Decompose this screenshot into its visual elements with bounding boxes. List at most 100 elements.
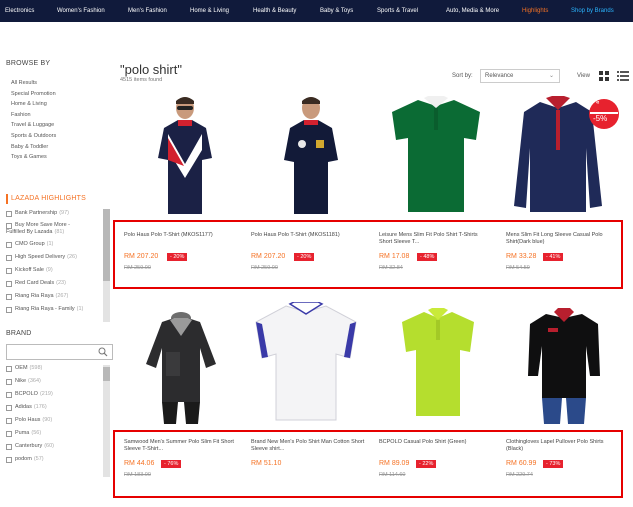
checkbox[interactable]	[6, 294, 12, 300]
product-name[interactable]: Mens Slim Fit Long Sleeve Casual Polo Sh…	[506, 232, 614, 246]
product-image-leisure-polo-green[interactable]	[388, 96, 484, 216]
nav-highlights[interactable]: Highlights	[522, 8, 548, 14]
checkbox[interactable]	[6, 268, 12, 274]
checkbox[interactable]	[6, 255, 12, 261]
product-name[interactable]: Polo Haus Polo T-Shirt (MKOS1181)	[251, 232, 367, 239]
discount-badge: - 20%	[167, 253, 188, 261]
product-image-polo-haus-1181[interactable]	[276, 94, 346, 218]
chevron-down-icon: ⌄	[548, 73, 554, 79]
nav-womens-fashion[interactable]: Women's Fashion	[57, 8, 105, 14]
filter-brand-adidas[interactable]: Adidas (176)	[6, 404, 54, 417]
filter-brand-podom[interactable]: podom (57)	[6, 456, 54, 469]
nav-shop-by-brands[interactable]: Shop by Brands	[571, 8, 614, 14]
discount-badge: - 73%	[543, 460, 564, 468]
original-price: RM 229.74	[506, 472, 533, 478]
nav-mens-fashion[interactable]: Men's Fashion	[128, 8, 167, 14]
original-price: RM 259.00	[124, 265, 151, 271]
filter-bank-partnership[interactable]: Bank Partnership (97)	[6, 210, 83, 222]
browse-item-travel-luggage[interactable]: Travel & Luggage	[11, 120, 56, 131]
checkbox[interactable]	[6, 307, 12, 313]
filter-brand-canterbury[interactable]: Canterbury (60)	[6, 443, 54, 456]
discount-badge: - 48%	[417, 253, 438, 261]
search-icon	[98, 347, 108, 357]
filter-brand-oem[interactable]: OEM (598)	[6, 365, 54, 378]
browse-item-sports-outdoors[interactable]: Sports & Outdoors	[11, 131, 56, 142]
category-nav: Electronics Women's Fashion Men's Fashio…	[0, 0, 633, 22]
checkbox[interactable]	[6, 405, 12, 411]
filter-brand-nike[interactable]: Nike (364)	[6, 378, 54, 391]
view-label: View	[577, 73, 590, 79]
product-name[interactable]: Polo Haus Polo T-Shirt (MKOS1177)	[124, 232, 240, 239]
product-image-clothingloves-black[interactable]	[524, 306, 604, 424]
original-price: RM 183.00	[124, 472, 151, 478]
product-image-brand-new-polo-white[interactable]	[252, 302, 360, 424]
brand-search-input[interactable]	[6, 344, 113, 360]
filter-brand-puma[interactable]: Puma (56)	[6, 430, 54, 443]
checkbox[interactable]	[6, 211, 12, 217]
nav-sports-travel[interactable]: Sports & Travel	[377, 8, 418, 14]
checkbox[interactable]	[6, 444, 12, 450]
nav-baby-toys[interactable]: Baby & Toys	[320, 8, 353, 14]
results-count: 4515 items found	[120, 77, 163, 83]
filter-kickoff-sale[interactable]: Kickoff Sale (9)	[6, 267, 83, 280]
filter-cmo-group[interactable]: CMO Group (1)	[6, 241, 83, 254]
checkbox[interactable]	[6, 366, 12, 372]
nav-auto-media[interactable]: Auto, Media & More	[446, 8, 499, 14]
discount-badge: - 20%	[294, 253, 315, 261]
filter-riang-ria-raya-family[interactable]: Riang Ria Raya - Family (1)	[6, 306, 83, 319]
grid-view-icon[interactable]	[599, 71, 609, 81]
checkbox[interactable]	[6, 431, 12, 437]
nav-electronics[interactable]: Electronics	[5, 8, 34, 14]
product-price: RM 207.20	[251, 253, 286, 260]
discount-badge: - 76%	[161, 460, 182, 468]
product-price: RM 207.20	[124, 253, 159, 260]
nav-home-living[interactable]: Home & Living	[190, 8, 229, 14]
search-query-title: "polo shirt"	[120, 62, 182, 77]
sort-by-label: Sort by:	[452, 73, 473, 79]
discount-badge: - 41%	[543, 253, 564, 261]
checkbox[interactable]	[6, 418, 12, 424]
browse-item-toys-games[interactable]: Toys & Games	[11, 152, 56, 163]
filter-brand-polo-haus[interactable]: Polo Haus (90)	[6, 417, 54, 430]
browse-list: All Results Special Promotion Home & Liv…	[11, 78, 56, 163]
browse-item-home-living[interactable]: Home & Living	[11, 99, 56, 110]
checkbox[interactable]	[6, 242, 12, 248]
list-view-icon[interactable]	[617, 71, 629, 81]
nav-health-beauty[interactable]: Health & Beauty	[253, 8, 296, 14]
highlights-filter-list: Bank Partnership (97) Buy More Save More …	[6, 210, 83, 319]
sort-select[interactable]: Relevance ⌄	[480, 69, 560, 83]
browse-item-special-promotion[interactable]: Special Promotion	[11, 89, 56, 100]
filter-sidebar: BROWSE BY All Results Special Promotion …	[0, 54, 116, 507]
product-image-bcpolo-green[interactable]	[398, 308, 478, 420]
brand-filter-list: OEM (598) Nike (364) BCPOLO (219) Adidas (17…	[6, 365, 54, 469]
original-price: RM 32.84	[379, 265, 403, 271]
product-price: RM 51.10	[251, 460, 282, 467]
product-name[interactable]: Samwood Men's Summer Polo Slim Fit Short…	[124, 439, 242, 453]
highlights-scrollbar[interactable]	[103, 209, 110, 322]
checkbox[interactable]	[6, 379, 12, 385]
browse-item-baby-toddler[interactable]: Baby & Toddler	[11, 142, 56, 153]
filter-riang-ria-raya[interactable]: Riang Ria Raya (267)	[6, 293, 83, 306]
scrollbar-thumb[interactable]	[103, 367, 110, 381]
sort-value: Relevance	[485, 73, 514, 79]
browse-item-fashion[interactable]: Fashion	[11, 110, 56, 121]
browse-item-all-results[interactable]: All Results	[11, 78, 56, 89]
checkbox[interactable]	[6, 281, 12, 287]
filter-high-speed-delivery[interactable]: High Speed Delivery (26)	[6, 254, 83, 267]
product-image-samwood-polo[interactable]	[140, 312, 222, 424]
filter-buy-more-save-more[interactable]: Buy More Save More - Fulfilled By Lazada…	[6, 222, 83, 241]
filter-red-card-deals[interactable]: Red Card Deals (23)	[6, 280, 83, 293]
product-name[interactable]: BCPOLO Casual Polo Shirt (Green)	[379, 439, 489, 446]
scrollbar-thumb[interactable]	[103, 209, 110, 281]
brand-title: BRAND	[6, 330, 32, 337]
checkbox[interactable]	[6, 392, 12, 398]
product-name[interactable]: Leisure Mens Slim Fit Polo Shirt T-Shirt…	[379, 232, 489, 246]
product-price: RM 44.06	[124, 460, 155, 467]
checkbox[interactable]	[6, 457, 12, 463]
product-image-polo-haus-1177[interactable]	[150, 94, 220, 218]
highlights-marker	[6, 194, 8, 204]
brand-scrollbar[interactable]	[103, 365, 110, 477]
product-name[interactable]: Brand New Men's Polo Shirt Man Cotton Sh…	[251, 439, 367, 453]
product-name[interactable]: Clothingloves Lapel Pullover Polo Shirts…	[506, 439, 614, 453]
filter-brand-bcpolo[interactable]: BCPOLO (219)	[6, 391, 54, 404]
